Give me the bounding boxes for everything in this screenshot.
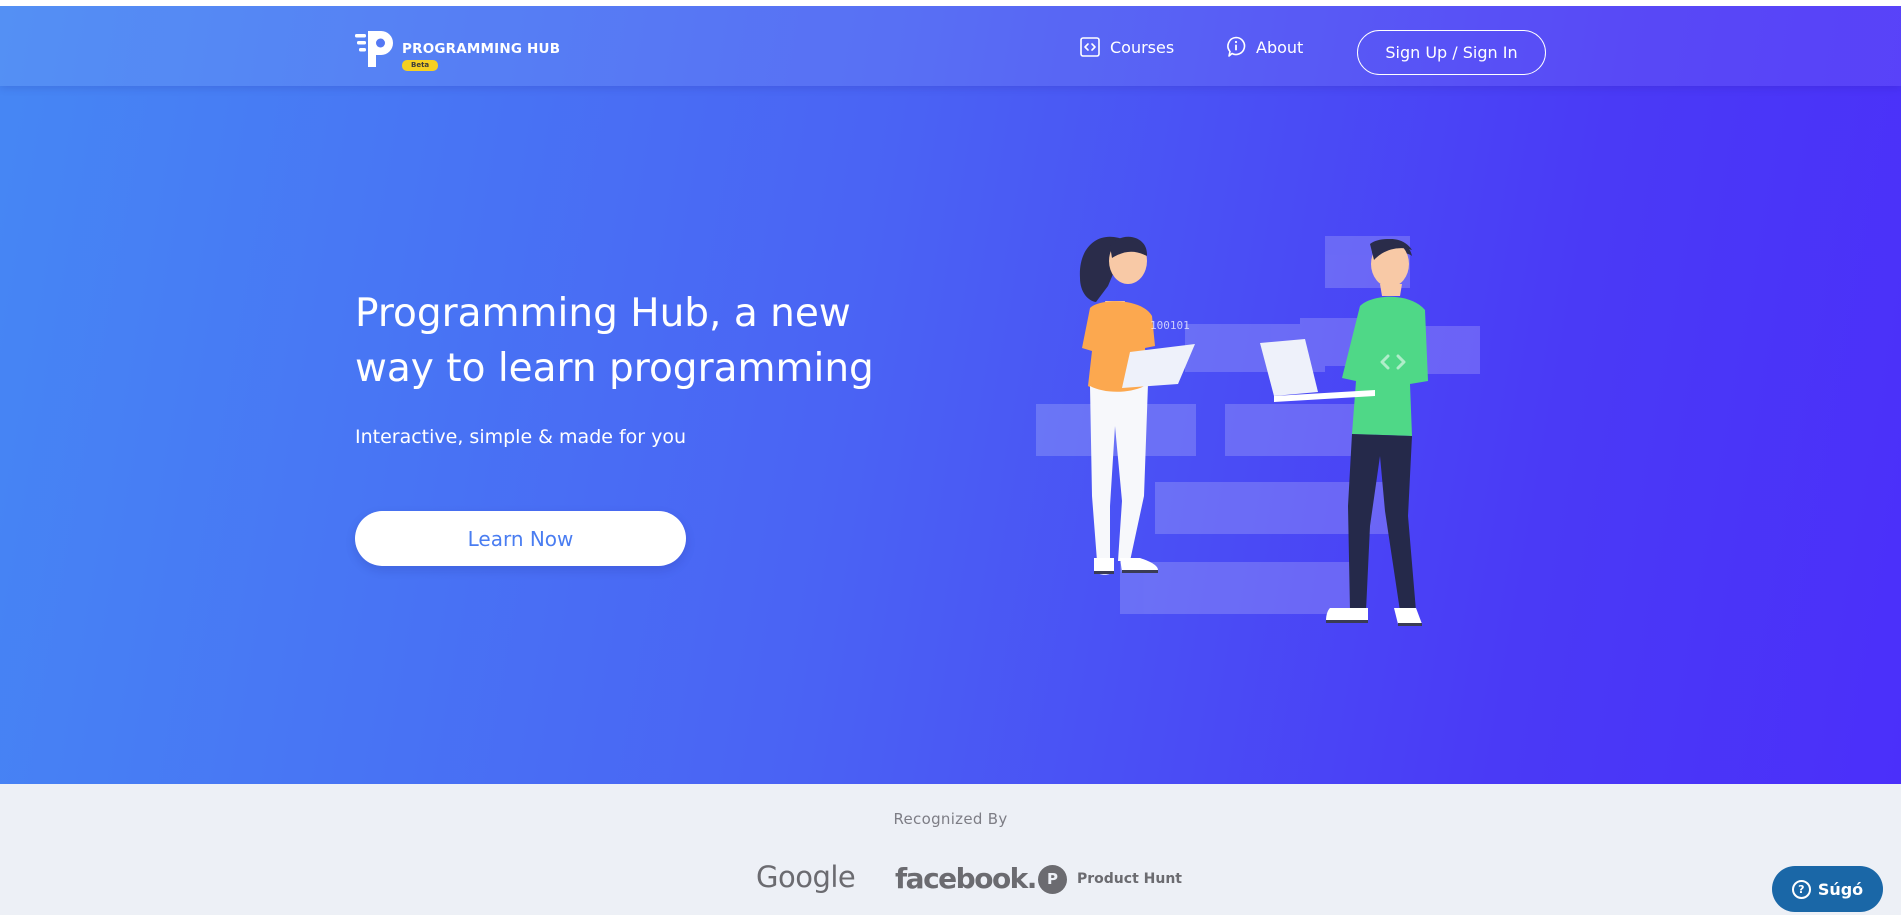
recognized-by-label: Recognized By [893, 810, 1008, 828]
hero-subtitle: Interactive, simple & made for you [355, 426, 687, 448]
tablet-binary-text: 100101 [1150, 319, 1190, 332]
nav-courses-label: Courses [1110, 37, 1175, 57]
facebook-logo: facebook. [895, 862, 1037, 895]
info-icon [1227, 36, 1246, 57]
signin-button[interactable]: Sign Up / Sign In [1357, 30, 1546, 75]
help-button[interactable]: ? Súgó [1772, 866, 1883, 912]
producthunt-logo: P Product Hunt [1038, 864, 1182, 894]
google-logo: Google [756, 860, 856, 894]
brand-logo[interactable]: PROGRAMMING HUB Beta [355, 28, 560, 72]
learn-now-button[interactable]: Learn Now [355, 511, 686, 566]
nav-courses[interactable]: Courses [1080, 34, 1174, 60]
brand-name: PROGRAMMING HUB [402, 41, 561, 57]
hero-illustration: 100101 [1036, 236, 1480, 626]
help-label: Súgó [1817, 879, 1864, 899]
recognized-by-section: Recognized By Google facebook. P Product… [0, 784, 1901, 915]
hero-section: PROGRAMMING HUB Beta Courses About Sign … [0, 6, 1901, 784]
producthunt-label: Product Hunt [1077, 871, 1182, 887]
producthunt-icon: P [1038, 864, 1067, 894]
nav-about[interactable]: About [1226, 34, 1303, 60]
navbar: PROGRAMMING HUB Beta Courses About Sign … [0, 6, 1901, 86]
programming-hub-logo-icon [355, 31, 393, 67]
question-circle-icon: ? [1791, 879, 1811, 899]
code-square-icon [1080, 37, 1100, 57]
hero-title: Programming Hub, a new way to learn prog… [355, 291, 874, 391]
nav-about-label: About [1256, 37, 1304, 57]
beta-badge: Beta [402, 60, 439, 71]
